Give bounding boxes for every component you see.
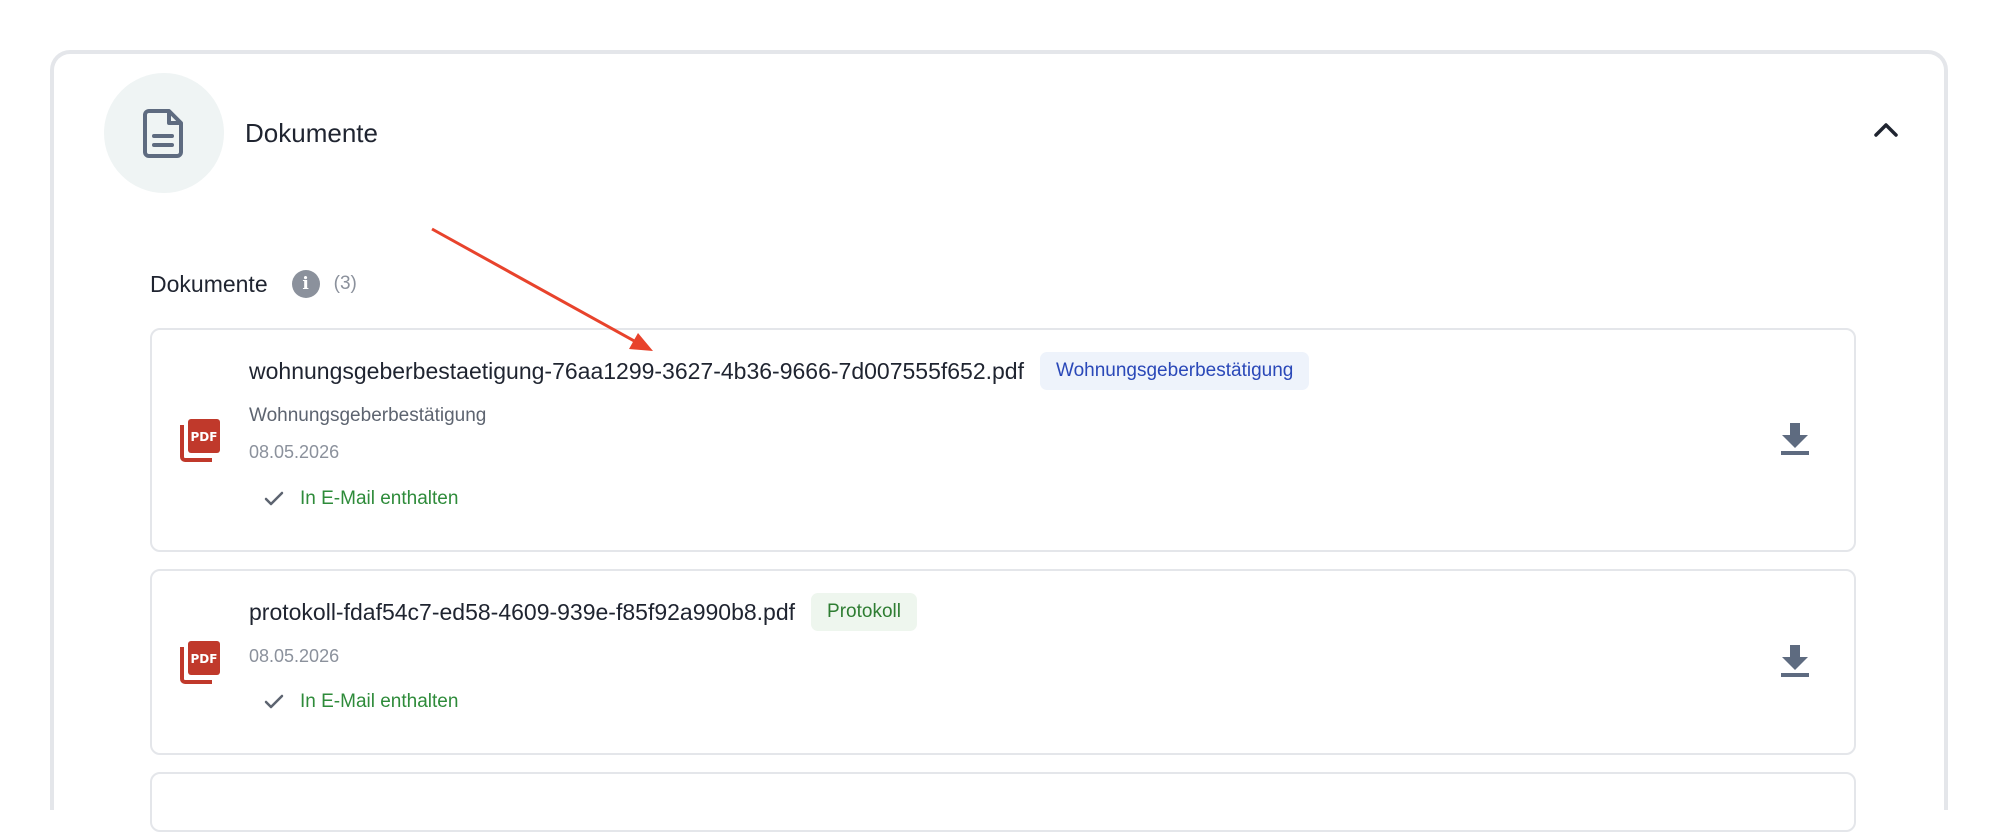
- included-label: In E-Mail enthalten: [300, 691, 459, 712]
- check-icon: [264, 491, 284, 506]
- document-title-row: protokoll-fdaf54c7-ed58-4609-939e-f85f92…: [249, 593, 917, 631]
- pdf-file-icon: PDF: [178, 417, 222, 468]
- svg-text:PDF: PDF: [191, 652, 218, 666]
- included-in-email: In E-Mail enthalten: [264, 488, 458, 510]
- panel-title: Dokumente: [245, 118, 378, 148]
- download-icon: [1781, 645, 1809, 677]
- document-subtitle: Wohnungsgeberbestätigung: [249, 405, 487, 426]
- document-count: (3): [333, 273, 357, 294]
- file-text-icon: [143, 109, 183, 158]
- section-label: Dokumente: [150, 270, 268, 297]
- document-card: PDF wohnungsgeberbestaetigung-76aa1299-3…: [150, 328, 1856, 552]
- document-type-badge: Protokoll: [811, 593, 917, 631]
- collapse-button[interactable]: [1864, 108, 1908, 152]
- header-icon-circle: [104, 73, 224, 193]
- chevron-up-icon: [1874, 123, 1898, 137]
- pdf-file-icon: PDF: [178, 639, 222, 690]
- download-button[interactable]: [1771, 415, 1819, 463]
- document-card: PDF protokoll-fdaf54c7-ed58-4609-939e-f8…: [150, 569, 1856, 755]
- svg-text:PDF: PDF: [191, 430, 218, 444]
- included-in-email: In E-Mail enthalten: [264, 691, 458, 713]
- included-label: In E-Mail enthalten: [300, 488, 459, 509]
- document-filename[interactable]: wohnungsgeberbestaetigung-76aa1299-3627-…: [249, 358, 1024, 385]
- section-header: Dokumente i (3): [150, 266, 357, 302]
- document-date: 08.05.2026: [249, 442, 340, 462]
- document-date: 08.05.2026: [249, 646, 340, 666]
- check-icon: [264, 694, 284, 709]
- info-icon[interactable]: i: [291, 270, 320, 298]
- download-button[interactable]: [1771, 637, 1819, 685]
- document-title-row: wohnungsgeberbestaetigung-76aa1299-3627-…: [249, 352, 1310, 390]
- document-card: [150, 772, 1856, 832]
- document-type-badge: Wohnungsgeberbestätigung: [1040, 352, 1310, 390]
- download-icon: [1781, 423, 1809, 455]
- documents-panel: Dokumente Dokumente i (3) PDF wohnungsge…: [50, 50, 1948, 832]
- document-filename[interactable]: protokoll-fdaf54c7-ed58-4609-939e-f85f92…: [249, 599, 795, 626]
